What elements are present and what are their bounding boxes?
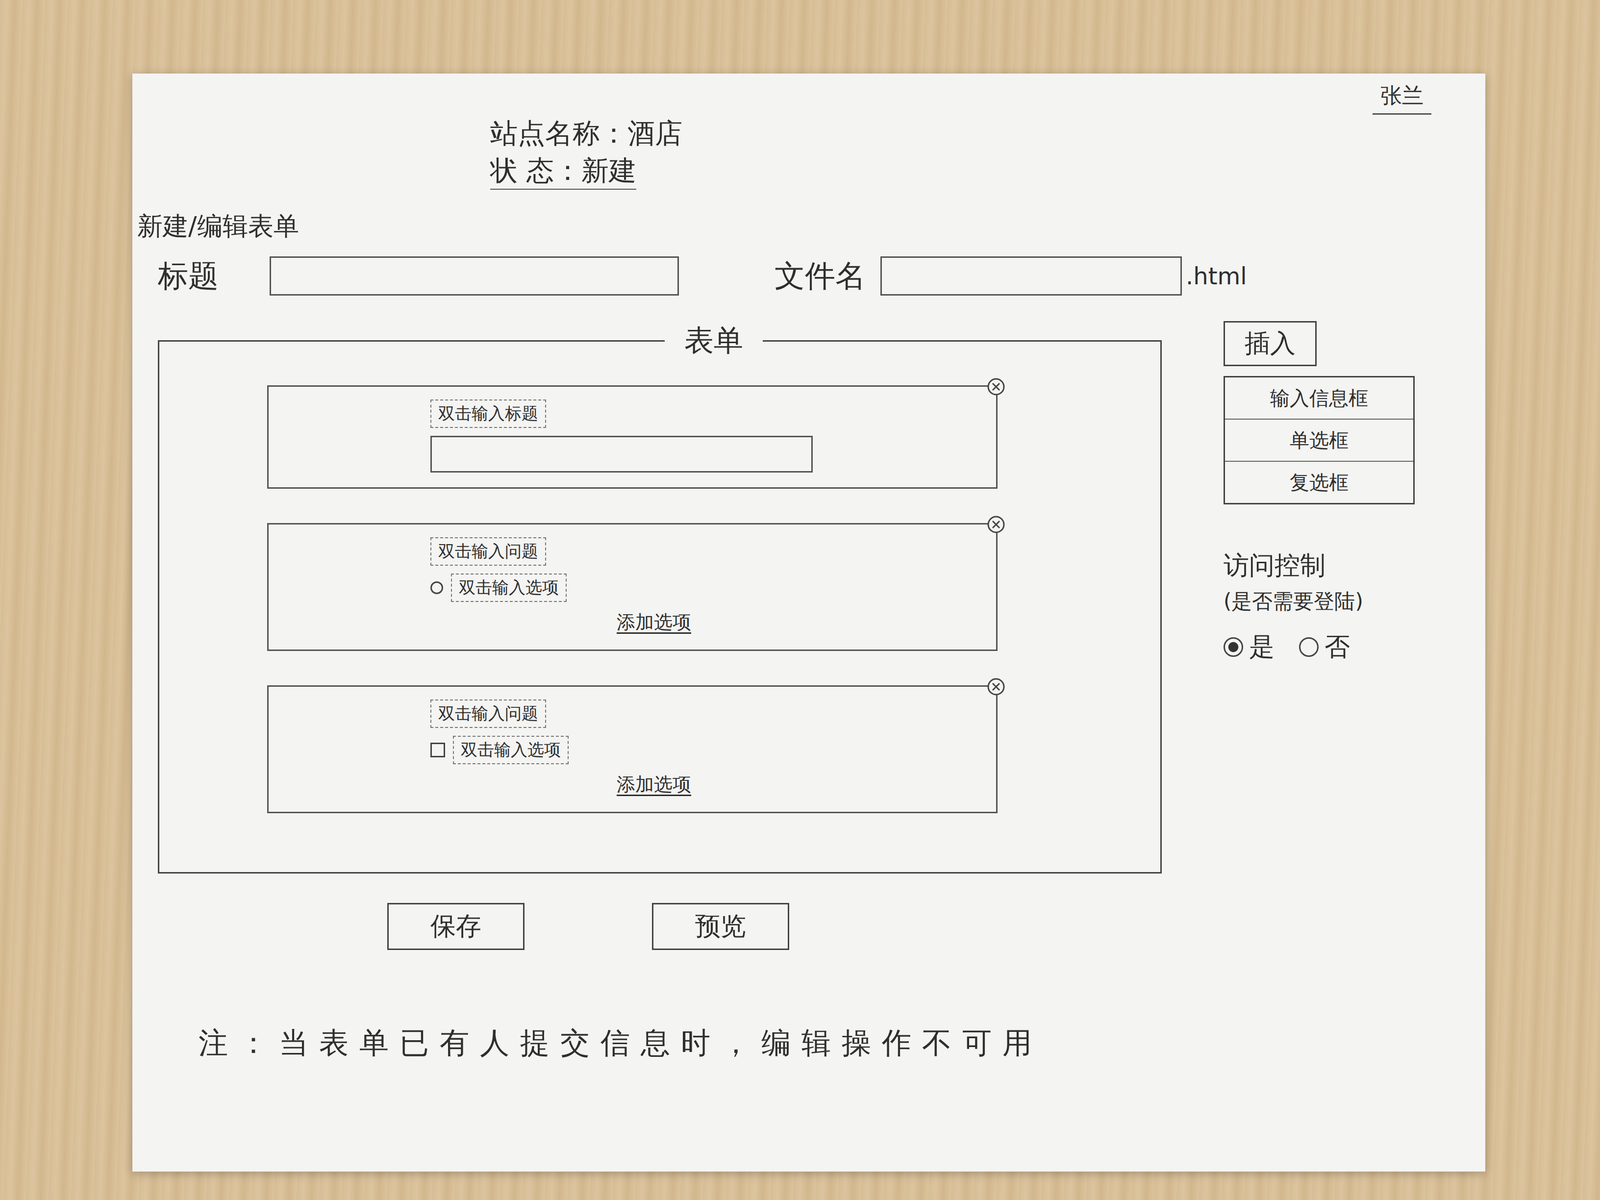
paper-sheet: 张兰站点名称：酒店状 态：新建新建/编辑表单标题 文件名 .html 表单双击输入标题… (132, 73, 1486, 1172)
form-block[interactable]: 双击输入问题双击输入选项添加选项 (267, 523, 998, 651)
radio-button[interactable] (430, 581, 444, 595)
info-input[interactable] (430, 435, 813, 473)
action-button[interactable]: 保存 (387, 902, 525, 950)
checkbox[interactable] (430, 742, 446, 758)
close-icon[interactable] (986, 514, 1006, 535)
option-label[interactable]: 双击输入选项 (452, 735, 569, 765)
status: 状 态：新建 (490, 151, 637, 191)
insert-button[interactable]: 插入 (1223, 321, 1317, 367)
block-title[interactable]: 双击输入标题 (430, 399, 547, 428)
access-option[interactable]: 否 (1299, 629, 1350, 665)
question[interactable]: 双击输入问题 (430, 537, 547, 566)
close-icon[interactable] (986, 376, 1006, 397)
form-block[interactable]: 双击输入问题双击输入选项添加选项 (267, 685, 998, 814)
signature: 张兰 (1372, 81, 1432, 115)
form-area: 表单双击输入标题双击输入问题双击输入选项添加选项双击输入问题双击输入选项添加选项 (157, 321, 1162, 874)
radio-button[interactable] (1299, 637, 1319, 657)
option-row: 双击输入选项 (430, 573, 567, 602)
form-block[interactable]: 双击输入标题 (267, 385, 998, 489)
access-control: 访问控制 (是否需要登陆) 是否 (1223, 548, 1364, 665)
insert-menu-item[interactable]: 单选框 (1225, 419, 1414, 462)
page-header: 站点名称：酒店状 态：新建 (490, 114, 1486, 190)
insert-menu: 输入信息框单选框复选框 (1223, 375, 1415, 505)
add-option-link[interactable]: 添加选项 (616, 772, 692, 798)
option-row: 双击输入选项 (430, 735, 569, 765)
file-label: 文件名 (774, 255, 866, 297)
action-button[interactable]: 预览 (651, 902, 790, 950)
title-input[interactable] (269, 256, 679, 296)
form-heading: 新建/编辑表单 (137, 209, 1486, 244)
insert-menu-item[interactable]: 复选框 (1225, 461, 1414, 503)
close-icon[interactable] (986, 676, 1006, 697)
title-label: 标题 (157, 255, 270, 297)
file-suffix: .html (1185, 262, 1248, 290)
site-name: 站点名称：酒店 (490, 114, 1486, 152)
add-option-link[interactable]: 添加选项 (616, 609, 692, 635)
option-label[interactable]: 双击输入选项 (450, 573, 567, 602)
insert-menu-item[interactable]: 输入信息框 (1225, 377, 1414, 420)
question[interactable]: 双击输入问题 (430, 699, 547, 728)
desk: 张兰站点名称：酒店状 态：新建新建/编辑表单标题 文件名 .html 表单双击输入标题… (0, 0, 1600, 1200)
access-option[interactable]: 是 (1223, 629, 1275, 665)
form-legend: 表单 (664, 321, 763, 361)
access-title: 访问控制 (1223, 548, 1364, 583)
access-hint: (是否需要登陆) (1223, 587, 1364, 616)
note: 注：当表单已有人提交信息时，编辑操作不可用 (198, 1023, 1486, 1064)
radio-button[interactable] (1223, 637, 1244, 657)
file-input[interactable] (880, 256, 1182, 296)
